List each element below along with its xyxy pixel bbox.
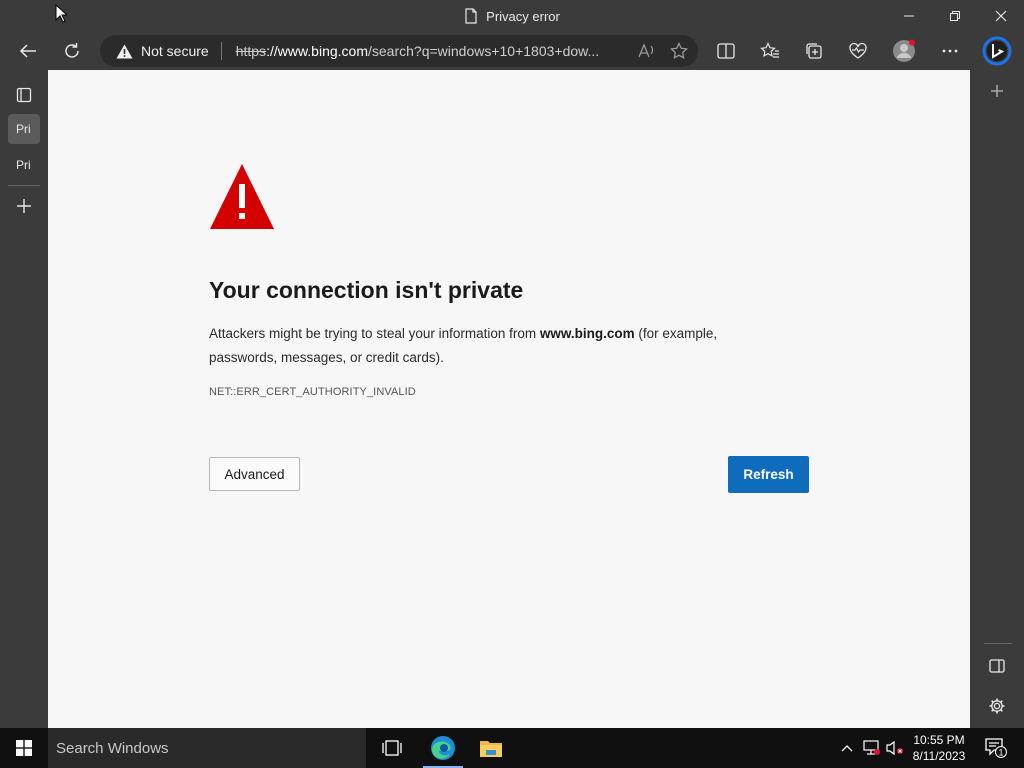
read-aloud-icon[interactable] [638, 43, 656, 59]
task-view-button[interactable] [368, 728, 416, 768]
page-icon [465, 8, 477, 24]
browser-essentials-button[interactable] [842, 35, 874, 67]
gear-icon [989, 698, 1005, 714]
heart-pulse-icon [849, 42, 867, 59]
window-title-text: Privacy error [486, 8, 560, 24]
refresh-button[interactable]: Refresh [728, 456, 809, 493]
mouse-cursor-icon [55, 4, 67, 23]
minimize-icon [904, 15, 914, 17]
collections-button[interactable] [798, 35, 830, 67]
back-arrow-icon [19, 44, 36, 58]
network-status-button[interactable] [860, 728, 882, 768]
tab-actions-button[interactable] [8, 79, 40, 111]
window-title: Privacy error [0, 0, 1024, 32]
bing-icon [982, 36, 1012, 66]
clock-time: 10:55 PM [913, 733, 965, 747]
edge-browser-icon [431, 736, 455, 760]
desc-host: www.bing.com [539, 326, 635, 341]
error-description: Attackers might be trying to steal your … [209, 322, 769, 370]
desc-text-before: Attackers might be trying to steal your … [209, 326, 540, 341]
new-tab-button[interactable] [8, 190, 40, 222]
task-view-icon [382, 740, 402, 756]
not-secure-label: Not secure [141, 43, 209, 59]
address-bar-actions [638, 35, 688, 67]
vertical-tabs-panel: Pri Pri [0, 70, 48, 728]
network-icon [863, 740, 880, 755]
folder-icon [480, 741, 502, 757]
taskbar: Search Windows 10:55 PM 8/11/2023 1 [0, 728, 1024, 768]
avatar-icon [893, 39, 915, 62]
taskbar-clock[interactable]: 10:55 PM 8/11/2023 [906, 732, 972, 764]
tab-label: Pri [16, 122, 31, 136]
tab-privacy-error-1[interactable]: Pri [8, 114, 40, 144]
notification-count: 1 [998, 748, 1003, 758]
sidebar-divider [984, 643, 1012, 644]
clock-date: 8/11/2023 [912, 749, 966, 763]
add-sidebar-app-button[interactable] [981, 75, 1013, 107]
settings-more-button[interactable] [934, 35, 966, 67]
page-title: Your connection isn't private [209, 277, 524, 303]
browser-toolbar: Not secure https://www.bing.com/search?q… [0, 32, 1024, 70]
url-host: ://www.bing.com [266, 43, 368, 59]
bing-copilot-button[interactable] [980, 35, 1014, 67]
url-path: /search?q=windows+10+1803+dow... [368, 43, 600, 59]
favorites-button[interactable] [754, 35, 786, 67]
hide-sidebar-button[interactable] [981, 650, 1013, 682]
speaker-muted-icon [886, 740, 903, 756]
refresh-page-button[interactable] [56, 35, 88, 67]
plus-icon [991, 85, 1003, 97]
back-button[interactable] [12, 35, 44, 67]
taskbar-edge-app[interactable] [419, 728, 467, 768]
page-content: Your connection isn't private Attackers … [48, 70, 970, 728]
tabs-divider [8, 185, 40, 186]
plus-icon [17, 199, 31, 213]
search-placeholder: Search Windows [56, 739, 169, 757]
tab-actions-icon [16, 87, 32, 103]
advanced-button[interactable]: Advanced [209, 457, 300, 491]
sidebar-settings-button[interactable] [981, 690, 1013, 722]
warning-triangle-icon [210, 164, 274, 229]
split-screen-button[interactable] [710, 35, 742, 67]
url-text[interactable]: https://www.bing.com/search?q=windows+10… [222, 43, 602, 59]
show-hidden-icons-button[interactable] [838, 728, 856, 768]
address-bar[interactable]: Not secure https://www.bing.com/search?q… [100, 35, 698, 67]
minimize-button[interactable] [886, 0, 932, 32]
refresh-icon [65, 43, 79, 58]
favorites-list-icon [760, 42, 779, 58]
start-button[interactable] [0, 728, 48, 768]
favorite-star-icon[interactable] [670, 42, 688, 60]
volume-button[interactable] [884, 728, 906, 768]
action-center-button[interactable]: 1 [976, 728, 1016, 768]
sidebar-toggle-icon [989, 659, 1005, 673]
restore-button[interactable] [932, 0, 978, 32]
tab-privacy-error-2[interactable]: Pri [8, 150, 40, 180]
notification-icon: 1 [985, 738, 1007, 758]
chevron-up-icon [841, 745, 853, 752]
close-window-button[interactable] [978, 0, 1024, 32]
windows-logo-icon [16, 740, 32, 756]
edge-sidebar [970, 70, 1024, 728]
taskbar-file-explorer[interactable] [467, 728, 515, 768]
site-security-indicator[interactable]: Not secure [100, 35, 221, 67]
tab-label: Pri [16, 158, 31, 172]
taskbar-search-input[interactable]: Search Windows [48, 728, 366, 768]
collections-icon [806, 43, 822, 59]
profile-button[interactable] [888, 35, 920, 67]
error-code[interactable]: NET::ERR_CERT_AUTHORITY_INVALID [209, 386, 416, 398]
restore-icon [950, 11, 960, 21]
close-icon [995, 10, 1007, 22]
title-bar: Privacy error [0, 0, 1024, 32]
warning-icon [116, 44, 133, 58]
more-dots-icon [942, 49, 958, 53]
split-screen-icon [717, 43, 735, 59]
url-scheme: https [235, 43, 267, 59]
